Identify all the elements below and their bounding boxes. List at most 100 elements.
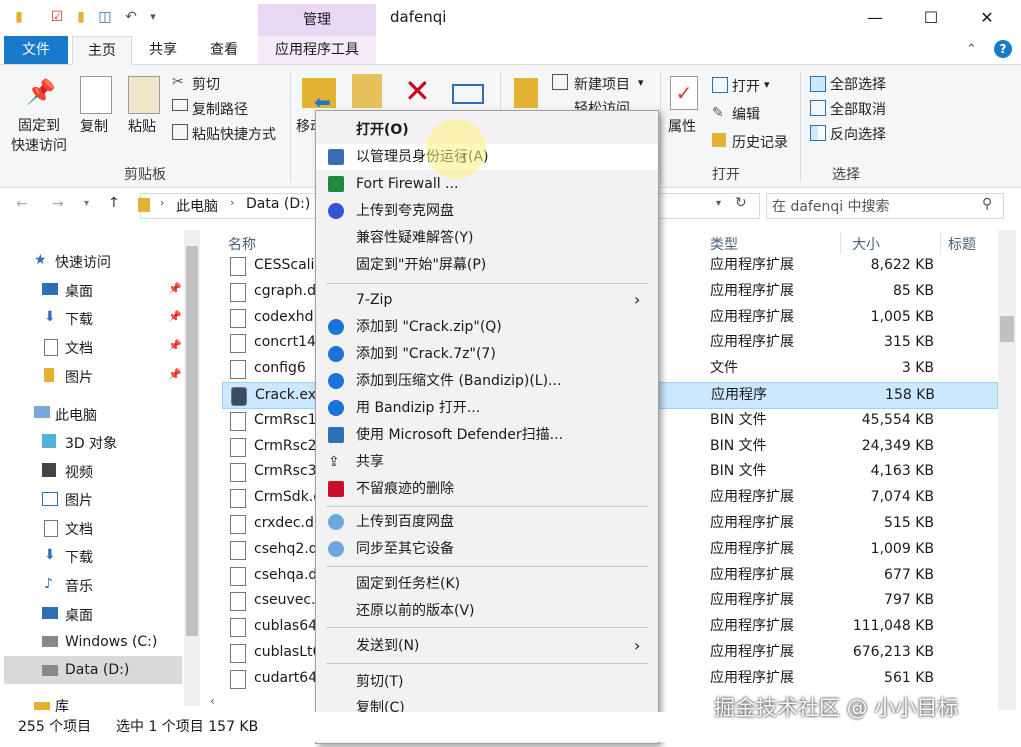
open-icon xyxy=(712,77,728,93)
nav-quick-access[interactable]: 快速访问 xyxy=(55,252,111,272)
chevron-up-icon[interactable]: ⌃ xyxy=(966,42,977,57)
new-item-icon xyxy=(552,74,568,90)
menu-troubleshoot[interactable]: 兼容性疑难解答(Y) xyxy=(316,225,658,251)
maximize-icon[interactable]: ☐ xyxy=(908,4,954,32)
invert-selection-button[interactable]: 反向选择 xyxy=(830,124,886,144)
nav-item-pictures-pc[interactable]: 图片 xyxy=(65,490,93,510)
column-type[interactable]: 类型 xyxy=(710,234,738,254)
breadcrumb-drive[interactable]: Data (D:) xyxy=(246,196,310,212)
menu-defender[interactable]: 使用 Microsoft Defender扫描... xyxy=(316,422,658,448)
pin-quick-access-label1[interactable]: 固定到 xyxy=(18,115,60,135)
file-size: 158 KB xyxy=(885,387,935,403)
menu-7zip[interactable]: 7-Zip › xyxy=(316,287,658,313)
nav-item-videos[interactable]: 视频 xyxy=(65,462,93,482)
chevron-down-icon[interactable]: ▾ xyxy=(84,198,89,209)
chevron-down-icon[interactable]: ▾ xyxy=(764,78,770,91)
file-scrollbar[interactable] xyxy=(998,230,1016,710)
nav-item-drive-c[interactable]: Windows (C:) xyxy=(65,634,157,650)
chevron-left-icon[interactable]: ‹ xyxy=(210,694,215,708)
paste-button[interactable]: 粘贴 xyxy=(128,116,156,136)
delete-icon[interactable]: ✕ xyxy=(404,72,431,110)
help-icon[interactable]: ? xyxy=(994,40,1012,58)
minimize-icon[interactable]: — xyxy=(852,4,898,32)
menu-add-bandizip[interactable]: 添加到压缩文件 (Bandizip)(L)... xyxy=(316,368,658,394)
history-button[interactable]: 历史记录 xyxy=(732,132,788,152)
manage-context-tab[interactable]: 管理 xyxy=(258,4,376,36)
nav-item-pictures[interactable]: 图片 xyxy=(65,367,93,387)
menu-shred[interactable]: 不留痕迹的删除 xyxy=(316,476,658,502)
chevron-down-icon[interactable]: ▾ xyxy=(144,8,162,26)
file-scroll-thumb[interactable] xyxy=(1000,316,1014,342)
tab-app-tools[interactable]: 应用程序工具 xyxy=(258,36,376,64)
new-item-button[interactable]: 新建项目 xyxy=(574,74,630,94)
nav-item-music[interactable]: 音乐 xyxy=(65,576,93,596)
copy-path-button[interactable]: 复制路径 xyxy=(192,99,248,119)
breadcrumb-this-pc[interactable]: 此电脑 xyxy=(176,196,218,216)
refresh-icon[interactable]: ↻ xyxy=(735,195,747,211)
tab-view[interactable]: 查看 xyxy=(200,36,248,64)
properties-button[interactable]: 属性 xyxy=(668,116,696,136)
menu-cut[interactable]: 剪切(T) xyxy=(316,669,658,695)
file-type: 应用程序扩展 xyxy=(710,515,794,531)
cut-button[interactable]: 剪切 xyxy=(192,74,220,94)
menu-fort-firewall[interactable]: Fort Firewall ... xyxy=(316,171,658,197)
nav-item-desktop[interactable]: 桌面 xyxy=(65,281,93,301)
menu-restore[interactable]: 还原以前的版本(V) xyxy=(316,598,658,624)
select-all-button[interactable]: 全部选择 xyxy=(830,74,886,94)
menu-sync-devices[interactable]: 同步至其它设备 xyxy=(316,536,658,562)
new-folder-icon[interactable] xyxy=(514,78,538,108)
nav-item-3d[interactable]: 3D 对象 xyxy=(65,433,117,453)
menu-pin-start[interactable]: 固定到"开始"屏幕(P) xyxy=(316,252,658,278)
menu-add-crack-7z[interactable]: 添加到 "Crack.7z"(7) xyxy=(316,341,658,367)
search-icon[interactable]: ⚲ xyxy=(982,196,992,212)
column-size[interactable]: 大小 xyxy=(852,234,880,254)
up-icon[interactable]: ↑ xyxy=(108,195,120,211)
properties-icon[interactable]: ☑ xyxy=(48,8,66,26)
window-icon[interactable]: ◫ xyxy=(96,8,114,26)
pin-quick-access-label2[interactable]: 快速访问 xyxy=(11,135,67,155)
nav-this-pc[interactable]: 此电脑 xyxy=(55,405,97,425)
column-divider[interactable] xyxy=(940,232,941,254)
nav-library[interactable]: 库 xyxy=(55,696,69,712)
menu-open[interactable]: 打开(O) xyxy=(316,117,658,143)
rename-icon[interactable] xyxy=(452,84,484,104)
menu-upload-baidu-label: 上传到百度网盘 xyxy=(356,514,454,530)
column-divider[interactable] xyxy=(840,232,841,254)
nav-item-documents[interactable]: 文档 xyxy=(65,338,93,358)
file-icon xyxy=(230,412,246,431)
close-icon[interactable]: ✕ xyxy=(964,4,1010,32)
column-name[interactable]: 名称 xyxy=(228,234,256,254)
nav-scroll-thumb[interactable] xyxy=(186,246,198,636)
menu-upload-quark[interactable]: 上传到夸克网盘 xyxy=(316,198,658,224)
nav-item-drive-d[interactable]: Data (D:) xyxy=(65,662,129,678)
file-name: csehqa.d xyxy=(254,567,318,583)
nav-item-downloads[interactable]: 下载 xyxy=(65,309,93,329)
chevron-down-icon[interactable]: ▾ xyxy=(716,198,721,209)
chevron-down-icon[interactable]: ▾ xyxy=(638,76,644,89)
menu-upload-quark-label: 上传到夸克网盘 xyxy=(356,203,454,219)
nav-item-documents-pc[interactable]: 文档 xyxy=(65,519,93,539)
menu-send-to[interactable]: 发送到(N) › xyxy=(316,633,658,659)
back-icon[interactable]: ← xyxy=(16,196,28,212)
menu-run-as-admin[interactable]: 以管理员身份运行(A) xyxy=(316,144,658,170)
menu-open-bandizip[interactable]: 用 Bandizip 打开... xyxy=(316,395,658,421)
copy-to-icon[interactable] xyxy=(352,74,382,108)
nav-item-desktop-pc[interactable]: 桌面 xyxy=(65,605,93,625)
undo-icon[interactable]: ↶ xyxy=(122,8,140,26)
tab-share[interactable]: 共享 xyxy=(140,36,186,64)
forward-icon[interactable]: → xyxy=(52,196,64,212)
edit-button[interactable]: 编辑 xyxy=(732,104,760,124)
new-folder-icon[interactable]: ▮ xyxy=(72,8,90,26)
menu-share[interactable]: ⇪ 共享 xyxy=(316,449,658,475)
copy-button[interactable]: 复制 xyxy=(80,116,108,136)
paste-shortcut-button[interactable]: 粘贴快捷方式 xyxy=(192,124,276,144)
select-none-button[interactable]: 全部取消 xyxy=(830,99,886,119)
tab-file[interactable]: 文件 xyxy=(4,36,68,64)
menu-upload-baidu[interactable]: 上传到百度网盘 xyxy=(316,509,658,535)
menu-pin-taskbar[interactable]: 固定到任务栏(K) xyxy=(316,571,658,597)
nav-item-downloads-pc[interactable]: 下载 xyxy=(65,547,93,567)
column-title[interactable]: 标题 xyxy=(948,234,976,254)
tab-home[interactable]: 主页 xyxy=(72,36,132,65)
menu-add-crack-zip[interactable]: 添加到 "Crack.zip"(Q) xyxy=(316,314,658,340)
open-button[interactable]: 打开 xyxy=(732,76,760,96)
